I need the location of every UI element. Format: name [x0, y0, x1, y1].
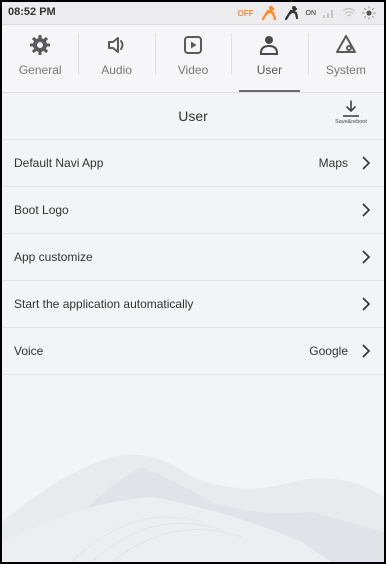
status-icons: OFF ON: [238, 4, 377, 22]
tab-user[interactable]: User: [231, 25, 307, 92]
setting-label: Default Navi App: [14, 156, 104, 170]
chevron-right-icon: [362, 297, 371, 311]
tab-general[interactable]: General: [2, 25, 78, 92]
wifi-icon: [342, 7, 356, 17]
setting-row-app-customize[interactable]: App customize: [2, 234, 384, 281]
setting-row-default-navi-app[interactable]: Default Navi App Maps: [2, 140, 384, 187]
setting-label: Boot Logo: [14, 203, 69, 217]
tab-audio[interactable]: Audio: [78, 25, 154, 92]
tab-video[interactable]: Video: [154, 25, 231, 92]
setting-label: Voice: [14, 344, 44, 358]
tab-label: System: [325, 63, 366, 77]
settings-tabs: General Audio Video User System: [2, 25, 384, 93]
on-label: ON: [305, 9, 317, 17]
chevron-right-icon: [362, 203, 371, 217]
system-gear-icon: [333, 32, 359, 58]
settings-screen: 08:52 PM OFF ON General Audio Video User…: [2, 2, 384, 562]
status-bar: 08:52 PM OFF ON: [2, 2, 384, 25]
signal-icon: [323, 10, 333, 18]
setting-row-autostart[interactable]: Start the application automatically: [2, 281, 384, 328]
page-header: User Save&reboot: [2, 93, 384, 140]
setting-label: Start the application automatically: [14, 297, 194, 311]
tab-label: User: [256, 63, 283, 77]
background-mountains-decoration: [2, 454, 384, 562]
chevron-right-icon: [362, 156, 371, 170]
setting-row-voice[interactable]: Voice Google: [2, 328, 384, 375]
tab-label: Video: [177, 63, 209, 77]
setting-row-boot-logo[interactable]: Boot Logo: [2, 187, 384, 234]
gear-icon: [27, 32, 53, 58]
speaker-icon: [104, 32, 130, 58]
chevron-right-icon: [362, 250, 371, 264]
tab-system[interactable]: System: [307, 25, 384, 92]
off-label: OFF: [237, 8, 254, 18]
brightness-icon: [362, 6, 376, 20]
setting-value: Google: [309, 344, 348, 358]
tab-label: General: [18, 63, 62, 77]
chevron-right-icon: [362, 344, 371, 358]
setting-value: Maps: [318, 156, 348, 170]
seatbelt-warning-icon: [261, 5, 276, 21]
status-time: 08:52 PM: [8, 6, 56, 18]
user-icon: [256, 32, 282, 58]
download-icon: [343, 100, 359, 117]
play-icon: [180, 32, 206, 58]
seatbelt-on-icon: [284, 6, 298, 21]
page-title: User: [178, 108, 208, 124]
setting-label: App customize: [14, 250, 93, 264]
tab-label: Audio: [101, 63, 132, 77]
save-reboot-button[interactable]: Save&reboot: [330, 100, 372, 134]
save-reboot-label: Save&reboot: [335, 119, 367, 125]
